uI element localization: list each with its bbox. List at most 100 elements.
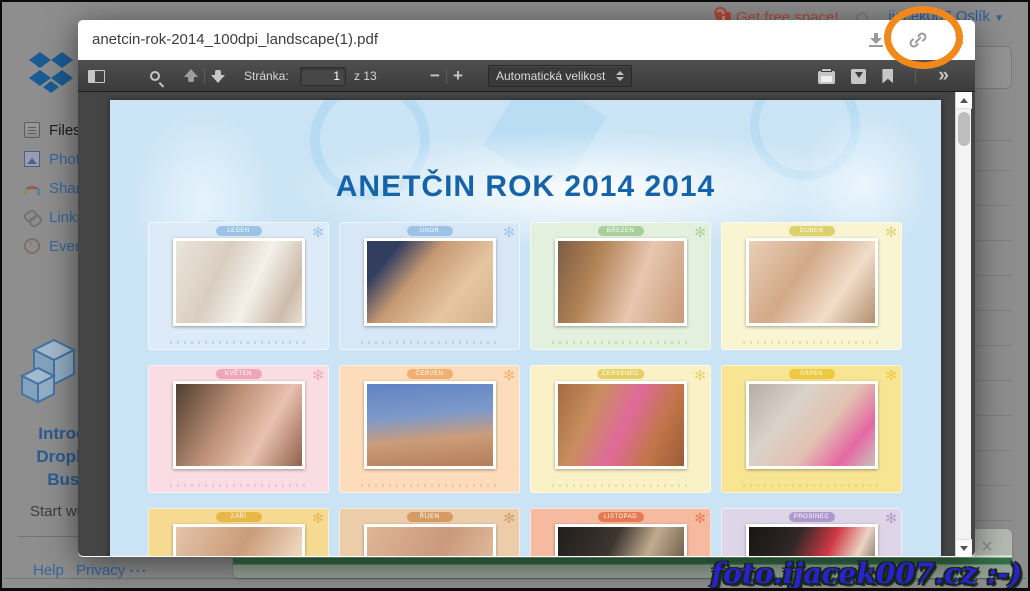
next-page-button[interactable] xyxy=(211,69,225,83)
toolbar-divider xyxy=(915,68,917,84)
sidebar-item-files[interactable]: Files xyxy=(24,118,81,142)
screenshot-canvas: Get free space! ijacek007 Oslík ▼ Files … xyxy=(0,0,1030,591)
help-link[interactable]: Help xyxy=(33,562,64,579)
sidebar-item-label: Files xyxy=(49,121,81,139)
toolbar-divider xyxy=(445,68,447,84)
baby-photo xyxy=(554,524,687,556)
flower-decoration-icon: ✻ xyxy=(885,510,897,526)
file-icon xyxy=(24,122,40,138)
scrollbar-thumb[interactable] xyxy=(958,112,970,146)
more-tools-button[interactable]: » xyxy=(938,66,949,85)
modal-title-bar: anetcin-rok-2014_100dpi_landscape(1).pdf… xyxy=(78,20,975,60)
zoom-level-select[interactable]: Automatická velikost xyxy=(488,65,632,87)
month-label: SRPEN xyxy=(788,369,835,379)
day-numbers-strip xyxy=(551,484,690,487)
calendar-month-card: ŘÍJEN ✻ xyxy=(339,508,520,556)
toolbar-download-icon[interactable] xyxy=(851,68,867,84)
baby-photo xyxy=(554,238,687,326)
month-label: LEDEN xyxy=(215,226,262,236)
pdf-filename: anetcin-rok-2014_100dpi_landscape(1).pdf xyxy=(92,31,379,48)
banner-bottom-divider xyxy=(4,578,1026,579)
flower-decoration-icon: ✻ xyxy=(312,224,324,240)
month-label: ZÁŘÍ xyxy=(215,512,262,522)
pdf-content-area: ANETČIN ROK 2014 2014 LEDEN ✻ ÚNOR ✻ BŘEZEN ✻… xyxy=(78,92,975,556)
calendar-month-card: DUBEN ✻ xyxy=(721,222,902,350)
month-label: ČERVENEC xyxy=(596,369,645,379)
scroll-up-button[interactable] xyxy=(956,92,972,109)
privacy-link[interactable]: Privacy xyxy=(76,562,125,579)
month-label: KVĚTEN xyxy=(215,369,262,379)
select-arrows-icon xyxy=(616,71,624,81)
calendar-month-card: PROSINEC ✻ xyxy=(721,508,902,556)
calendar-month-card: ZÁŘÍ ✻ xyxy=(148,508,329,556)
scroll-down-button[interactable] xyxy=(956,539,972,556)
find-icon[interactable] xyxy=(150,71,160,81)
footer-more-button[interactable]: ••• xyxy=(130,566,148,576)
events-icon xyxy=(24,238,40,254)
toolbar-divider xyxy=(204,68,205,84)
flower-decoration-icon: ✻ xyxy=(312,367,324,383)
baby-photo xyxy=(363,524,496,556)
dropbox-logo xyxy=(29,52,73,93)
baby-photo xyxy=(745,381,878,469)
pdf-toolbar: Stránka: z 13 − + Automatická velikost xyxy=(78,60,975,92)
baby-photo xyxy=(172,238,305,326)
scrollbar[interactable] xyxy=(955,92,972,556)
previous-page-button[interactable] xyxy=(184,69,198,83)
zoom-level-value: Automatická velikost xyxy=(496,69,606,83)
link-icon[interactable] xyxy=(907,29,929,51)
pdf-page: ANETČIN ROK 2014 2014 LEDEN ✻ ÚNOR ✻ BŘEZEN ✻… xyxy=(110,100,941,556)
page-label: Stránka: xyxy=(244,69,289,83)
baby-photo xyxy=(363,381,496,469)
month-label: ÚNOR xyxy=(406,226,453,236)
calendar-month-card: ÚNOR ✻ xyxy=(339,222,520,350)
baby-photo xyxy=(745,238,878,326)
baby-photo xyxy=(172,524,305,556)
pdf-preview-modal: anetcin-rok-2014_100dpi_landscape(1).pdf… xyxy=(78,20,975,557)
sidebar-toggle-icon[interactable] xyxy=(88,69,105,83)
baby-photo xyxy=(745,524,878,556)
day-numbers-strip xyxy=(360,341,499,344)
page-count-label: z 13 xyxy=(354,69,377,83)
page-number-input[interactable] xyxy=(300,66,346,86)
download-icon[interactable] xyxy=(869,33,884,47)
flower-decoration-icon: ✻ xyxy=(694,224,706,240)
day-numbers-strip xyxy=(169,341,308,344)
day-numbers-strip xyxy=(742,341,881,344)
baby-photo xyxy=(172,381,305,469)
month-label: DUBEN xyxy=(788,226,835,236)
chain-icon xyxy=(24,209,40,225)
month-label: BŘEZEN xyxy=(597,226,644,236)
flower-decoration-icon: ✻ xyxy=(312,510,324,526)
calendar-month-card: ČERVENEC ✻ xyxy=(530,365,711,493)
close-icon[interactable]: × xyxy=(953,30,965,50)
bookmark-icon[interactable] xyxy=(882,68,894,84)
day-numbers-strip xyxy=(360,484,499,487)
print-icon[interactable] xyxy=(818,68,836,84)
flower-decoration-icon: ✻ xyxy=(503,510,515,526)
zoom-out-button[interactable]: − xyxy=(430,67,440,84)
calendar-month-card: ČERVEN ✻ xyxy=(339,365,520,493)
calendar-month-card: LISTOPAD ✻ xyxy=(530,508,711,556)
flower-decoration-icon: ✻ xyxy=(694,510,706,526)
day-numbers-strip xyxy=(551,341,690,344)
flower-decoration-icon: ✻ xyxy=(885,367,897,383)
banner-close-button[interactable]: × xyxy=(976,537,998,559)
month-label: LISTOPAD xyxy=(597,512,644,522)
rainbow-icon xyxy=(24,185,40,195)
flower-decoration-icon: ✻ xyxy=(694,367,706,383)
flower-decoration-icon: ✻ xyxy=(885,224,897,240)
sidebar-item-links[interactable]: Links xyxy=(24,205,84,229)
calendar-grid: LEDEN ✻ ÚNOR ✻ BŘEZEN ✻ DUBEN ✻ KVĚTEN ✻ ČERVEN ✻ ČE… xyxy=(148,222,904,556)
calendar-month-card: KVĚTEN ✻ xyxy=(148,365,329,493)
baby-photo xyxy=(554,381,687,469)
dropbox-boxes-illustration xyxy=(19,338,77,404)
month-label: ŘÍJEN xyxy=(406,512,453,522)
calendar-title: ANETČIN ROK 2014 2014 xyxy=(335,170,716,203)
baby-photo xyxy=(363,238,496,326)
month-label: PROSINEC xyxy=(788,512,835,522)
day-numbers-strip xyxy=(169,484,308,487)
flower-decoration-icon: ✻ xyxy=(503,224,515,240)
day-numbers-strip xyxy=(742,484,881,487)
zoom-in-button[interactable]: + xyxy=(453,67,463,84)
